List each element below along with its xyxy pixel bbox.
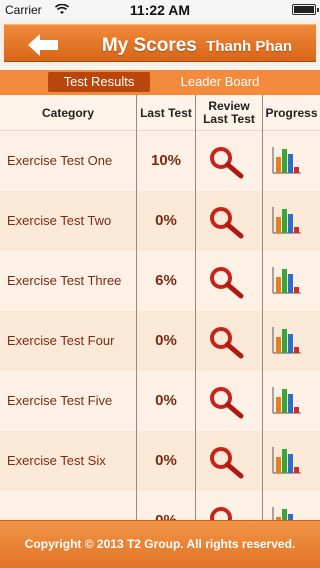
page-title-text: My Scores — [101, 35, 197, 56]
column-divider — [262, 95, 263, 520]
user-name: Thanh Phan — [206, 38, 292, 55]
column-header-review: Review Last Test — [196, 95, 262, 131]
arrow-left-icon — [28, 34, 58, 56]
magnifier-icon[interactable] — [208, 505, 244, 520]
category-name: Exercise Test One — [7, 153, 113, 168]
column-divider — [136, 95, 137, 520]
copyright-text: Copyright © 2013 T2 Group. All rights re… — [24, 537, 296, 551]
bar-chart-icon[interactable] — [272, 265, 302, 295]
bar-chart-icon[interactable] — [272, 205, 302, 235]
column-header-review-line1: Review — [208, 99, 250, 113]
page-title: My Scores Thanh Phan — [102, 35, 292, 57]
magnifier-icon[interactable] — [208, 205, 244, 239]
magnifier-icon[interactable] — [208, 265, 244, 299]
header: My Scores Thanh Phan — [0, 20, 320, 69]
bar-chart-icon[interactable] — [272, 385, 302, 415]
tab-leader-board[interactable]: Leader Board — [166, 72, 274, 92]
bar-chart-icon[interactable] — [272, 325, 302, 355]
back-button[interactable] — [26, 33, 60, 57]
last-test-score: 0% — [137, 491, 195, 520]
bar-chart-icon[interactable] — [272, 505, 302, 520]
magnifier-icon[interactable] — [208, 445, 244, 479]
table-row: Exercise Test Three 6% — [0, 251, 320, 311]
last-test-score: 0% — [155, 332, 177, 349]
tab-test-results[interactable]: Test Results — [48, 72, 150, 92]
table-header: Category Last Test Review Last Test Prog… — [0, 95, 320, 131]
column-header-category: Category — [41, 105, 94, 120]
category-name: Exercise Test Two — [7, 213, 112, 228]
category-name: Exercise Test Four — [7, 333, 115, 348]
table-row: Exercise Test Six 0% — [0, 431, 320, 491]
last-test-score: 0% — [155, 392, 177, 409]
bar-chart-icon[interactable] — [272, 145, 302, 175]
tab-bar: Test Results Leader Board — [0, 70, 320, 95]
column-header-last-test: Last Test — [140, 105, 192, 120]
table-row: Exercise Test Four 0% — [0, 311, 320, 371]
category-name: Exercise Test Six — [7, 453, 106, 468]
footer: Copyright © 2013 T2 Group. All rights re… — [0, 520, 320, 568]
battery-icon — [292, 4, 319, 15]
header-ribbon: My Scores Thanh Phan — [4, 24, 316, 69]
magnifier-icon[interactable] — [208, 385, 244, 419]
score-table: Exercise Test One 10% Exercise Test Two 0% E… — [0, 131, 320, 520]
column-divider — [195, 95, 196, 520]
last-test-score: 0% — [155, 212, 177, 229]
table-row: Exercise Test Five 0% — [0, 371, 320, 431]
magnifier-icon[interactable] — [208, 145, 244, 179]
last-test-score: 10% — [150, 152, 182, 169]
category-name: Exercise Test Three — [7, 273, 122, 288]
table-row: Exercise Test Two 0% — [0, 191, 320, 251]
column-header-review-text: Review Last Test — [203, 100, 255, 126]
table-row: Exercise Test One 10% — [0, 131, 320, 191]
magnifier-icon[interactable] — [208, 325, 244, 359]
bar-chart-icon[interactable] — [272, 445, 302, 475]
category-name: Exercise Test Five — [7, 393, 113, 408]
last-test-score: 0% — [155, 452, 177, 469]
last-test-score: 6% — [155, 272, 177, 289]
table-row: 0% — [0, 491, 320, 520]
column-header-review-line2: Last Test — [203, 112, 255, 126]
column-header-progress: Progress — [265, 105, 318, 120]
status-bar: Carrier 11:22 AM — [0, 0, 320, 20]
status-time: 11:22 AM — [129, 2, 191, 18]
